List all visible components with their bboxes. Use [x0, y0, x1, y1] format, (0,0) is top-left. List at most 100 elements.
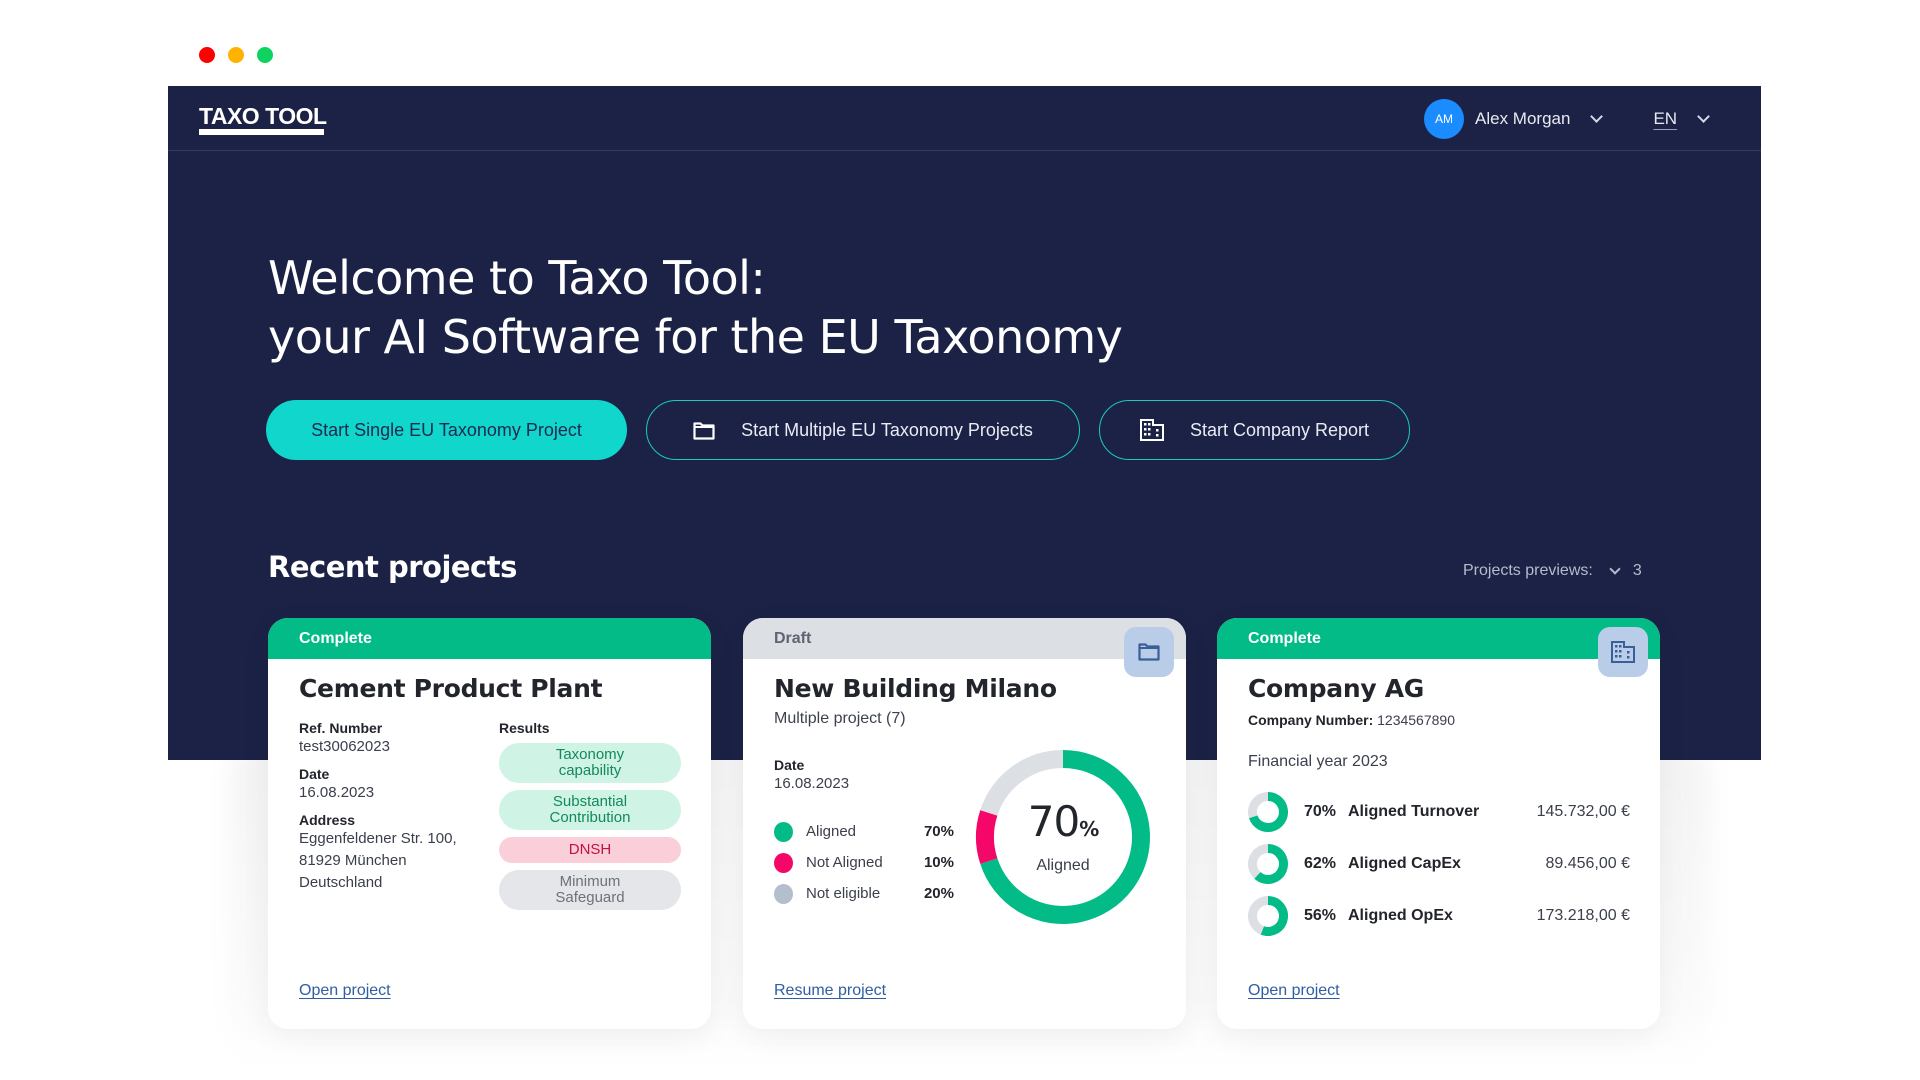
alignment-donut-chart: 70% Aligned	[975, 749, 1151, 925]
logo-underline	[199, 129, 324, 135]
results-label: Results	[499, 720, 550, 736]
open-project-link[interactable]: Open project	[299, 982, 391, 1000]
building-icon	[1611, 641, 1635, 663]
company-number-label: Company Number:	[1248, 712, 1374, 728]
project-card: Draft New Building Milano Multiple proje…	[743, 618, 1186, 1029]
project-date: Date 16.08.2023	[774, 757, 849, 795]
status-badge: Draft	[743, 618, 1186, 659]
legend-value: 70%	[923, 823, 954, 840]
result-badge-taxonomy-capability: Taxonomy capability	[499, 743, 681, 783]
badge-text: Contribution	[549, 809, 631, 826]
legend-label: Aligned	[805, 823, 857, 840]
user-area: AM Alex Morgan EN	[1424, 99, 1710, 139]
badge-text: Safeguard	[555, 889, 625, 906]
legend-item-not-aligned: Not Aligned 10%	[774, 847, 954, 878]
kpi-donut-capex	[1248, 844, 1288, 884]
kpi-amount: 145.732,00 €	[1536, 803, 1630, 820]
building-icon	[1139, 419, 1164, 441]
date-label: Date	[774, 757, 805, 773]
date-value: 16.08.2023	[774, 775, 850, 792]
company-number-value: 1234567890	[1377, 712, 1455, 728]
project-card: Complete Cement Product Plant Ref. Numbe…	[268, 618, 711, 1029]
donut-caption: Aligned	[1036, 856, 1090, 874]
result-badge-substantial-contribution: Substantial Contribution	[499, 790, 681, 830]
kpi-donut-opex	[1248, 896, 1288, 936]
address-line: Eggenfeldener Str. 100,	[299, 830, 457, 847]
app-logo[interactable]: TAXO TOOL	[199, 103, 327, 129]
result-badge-minimum-safeguard: Minimum Safeguard	[499, 870, 681, 910]
page-title: Welcome to Taxo Tool: your AI Software f…	[268, 249, 1123, 367]
project-card: Complete Company AG Company Number: 1234…	[1217, 618, 1660, 1029]
address-label: Address	[299, 812, 356, 828]
project-title: New Building Milano	[774, 674, 1057, 703]
legend-swatch	[774, 852, 793, 873]
ref-number-label: Ref. Number	[299, 720, 383, 736]
results-list: Results Taxonomy capability Substantial …	[499, 720, 681, 910]
kpi-label: Aligned CapEx	[1348, 855, 1461, 872]
kpi-percent: 70%	[1304, 803, 1337, 820]
legend-item-aligned: Aligned 70%	[774, 816, 954, 847]
start-company-report-button[interactable]: Start Company Report	[1099, 400, 1410, 460]
address-line: Deutschland	[299, 874, 383, 891]
status-badge: Complete	[1217, 618, 1660, 659]
badge-text: Substantial	[552, 793, 628, 810]
hero-actions: Start Single EU Taxonomy Project Start M…	[266, 400, 1410, 460]
minimize-window-button[interactable]	[228, 47, 244, 63]
badge-text: Taxonomy	[555, 746, 625, 763]
projects-previews-control[interactable]: Projects previews: 3	[1463, 562, 1642, 580]
kpi-list: 70% Aligned Turnover 145.732,00 € 62% Al…	[1248, 786, 1630, 942]
avatar[interactable]: AM	[1424, 99, 1464, 139]
badge-text: DNSH	[568, 841, 612, 858]
result-badge-dnsh: DNSH	[499, 837, 681, 863]
page-title-line-2: your AI Software for the EU Taxonomy	[268, 310, 1123, 364]
legend-item-not-eligible: Not eligible 20%	[774, 878, 954, 909]
button-label: Start Multiple EU Taxonomy Projects	[741, 419, 1033, 440]
close-window-button[interactable]	[199, 47, 215, 63]
folder-icon	[1138, 643, 1160, 661]
top-navigation-bar: TAXO TOOL AM Alex Morgan EN	[168, 86, 1761, 151]
ref-number-value: test30062023	[299, 738, 390, 755]
kpi-donut-remaining-slice	[1248, 792, 1269, 819]
project-type-badge	[1124, 627, 1174, 677]
kpi-row: 56% Aligned OpEx 173.218,00 €	[1248, 890, 1630, 942]
project-details: Ref. Number test30062023 Date 16.08.2023…	[299, 720, 479, 894]
recent-projects-heading: Recent projects	[268, 550, 517, 584]
window-controls	[199, 47, 273, 63]
company-number: Company Number: 1234567890	[1248, 712, 1455, 728]
button-label: Start Single EU Taxonomy Project	[311, 419, 582, 440]
resume-project-link[interactable]: Resume project	[774, 982, 886, 1000]
maximize-window-button[interactable]	[257, 47, 273, 63]
kpi-amount: 173.218,00 €	[1536, 907, 1630, 924]
user-menu-button[interactable]: Alex Morgan	[1475, 109, 1570, 129]
financial-year: Financial year 2023	[1248, 753, 1388, 770]
kpi-label: Aligned Turnover	[1348, 803, 1480, 820]
chevron-down-icon[interactable]	[1609, 562, 1621, 575]
kpi-donut-remaining-slice	[1248, 896, 1269, 935]
open-project-link[interactable]: Open project	[1248, 982, 1340, 1000]
date-label: Date	[299, 766, 330, 782]
legend-value: 20%	[923, 885, 954, 902]
badge-text: capability	[558, 762, 622, 779]
start-single-project-button[interactable]: Start Single EU Taxonomy Project	[266, 400, 627, 460]
kpi-row: 70% Aligned Turnover 145.732,00 €	[1248, 786, 1630, 838]
start-multiple-projects-button[interactable]: Start Multiple EU Taxonomy Projects	[646, 400, 1080, 460]
address-line: 81929 München	[299, 852, 407, 869]
donut-unit: %	[1079, 816, 1099, 841]
donut-value: 70%	[1027, 796, 1100, 851]
kpi-amount: 89.456,00 €	[1545, 855, 1630, 872]
button-label: Start Company Report	[1189, 419, 1370, 440]
projects-previews-value[interactable]: 3	[1633, 562, 1642, 580]
kpi-percent: 62%	[1304, 855, 1337, 872]
project-type-badge	[1598, 627, 1648, 677]
kpi-label: Aligned OpEx	[1348, 907, 1453, 924]
status-badge: Complete	[268, 618, 711, 659]
project-title: Cement Product Plant	[299, 674, 603, 703]
legend-swatch	[774, 883, 793, 904]
project-subtitle: Multiple project (7)	[774, 710, 906, 727]
donut-number: 70	[1027, 796, 1080, 846]
chevron-down-icon[interactable]	[1697, 110, 1710, 123]
chevron-down-icon[interactable]	[1590, 110, 1604, 123]
legend-label: Not eligible	[805, 885, 881, 902]
folder-icon	[693, 421, 715, 440]
language-selector[interactable]: EN	[1653, 109, 1677, 129]
